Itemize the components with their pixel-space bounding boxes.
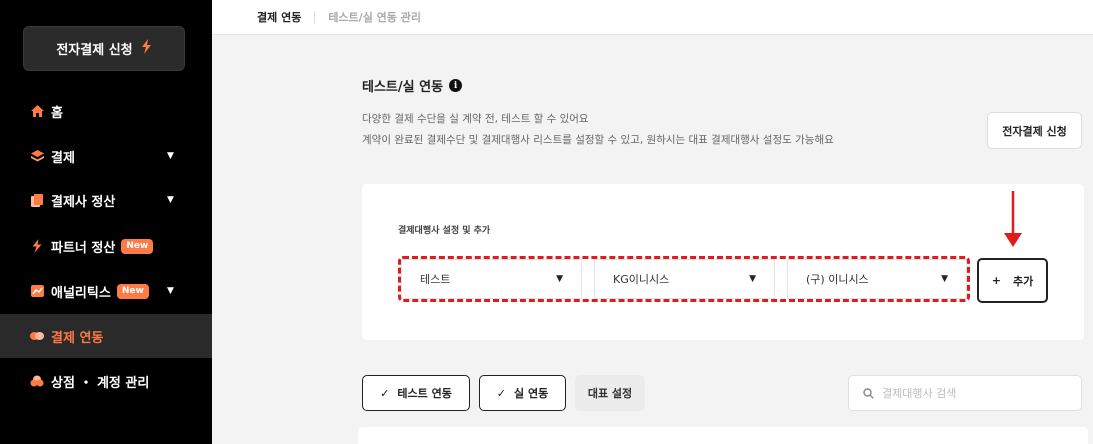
arrow-down-icon [1004,191,1022,247]
highlight-box [398,256,970,302]
document-icon [30,193,44,207]
sidebar-item-label: 상점 ・ 계정 관리 [51,375,150,391]
real-integration-filter[interactable]: ✓ 실 연동 [479,375,566,411]
sidebar-item-analytics[interactable]: 애널리틱스 New ▼ [0,269,212,313]
sidebar: 전자결제 신청 홈 결제 ▼ 결제사 정산 ▼ 파트너 정산 New 애널리틱스… [0,0,212,444]
pg-settings-label: 결제대행사 설정 및 추가 [398,226,491,236]
pg-list-card [358,427,1088,444]
chevron-down-icon: ▼ [167,195,174,205]
sidebar-item-payment-integration[interactable]: 결제 연동 [0,314,212,358]
page-title-text: 테스트/실 연동 [362,80,444,95]
link-icon [30,329,44,343]
sidebar-item-home[interactable]: 홈 [0,89,212,133]
search-icon [863,387,874,399]
sidebar-item-store-account[interactable]: 상점 ・ 계정 관리 [0,359,212,403]
tab-divider [314,10,316,24]
page-description-1: 다양한 결제 수단을 실 계약 전, 테스트 할 수 있어요 [362,113,589,125]
sidebar-item-settlement[interactable]: 결제사 정산 ▼ [0,178,212,222]
test-integration-filter[interactable]: ✓ 테스트 연동 [362,375,470,411]
top-tabs: 결제 연동 테스트/실 연동 관리 [212,0,1093,35]
info-icon[interactable]: i [449,79,463,92]
tab-payment-integration[interactable]: 결제 연동 [257,9,301,25]
sidebar-item-partner-settlement[interactable]: 파트너 정산 New [0,224,212,268]
sidebar-item-label: 애널리틱스 [51,285,111,301]
sidebar-item-label: 파트너 정산 [51,240,116,256]
layers-icon [30,149,44,163]
add-pg-button[interactable]: + 추가 [977,258,1048,303]
sidebar-item-label: 결제 [51,150,75,166]
bolt-icon [141,39,152,58]
check-icon: ✓ [496,386,506,400]
test-integration-label: 테스트 연동 [397,387,452,400]
check-icon: ✓ [380,386,390,400]
new-badge: New [116,283,149,299]
chart-icon [30,284,44,298]
page-description-2: 계약이 완료된 결제수단 및 결제대행사 리스트를 설정할 수 있고, 원하시는… [362,134,834,146]
sidebar-item-payment[interactable]: 결제 ▼ [0,134,212,178]
representative-setting-button[interactable]: 대표 설정 [575,375,645,411]
page-title: 테스트/실 연동 i [362,76,463,95]
sidebar-item-label: 결제 연동 [51,330,104,346]
tab-test-real-management[interactable]: 테스트/실 연동 관리 [328,9,421,25]
pg-search-input[interactable] [882,386,1072,400]
sidebar-apply-button[interactable]: 전자결제 신청 [23,26,185,71]
plus-icon: + [991,274,1001,287]
real-integration-label: 실 연동 [514,387,549,400]
bolt-icon [30,239,44,253]
home-icon [30,104,44,118]
pg-search [848,375,1082,411]
add-pg-label: 추가 [1012,274,1034,288]
apply-payment-button[interactable]: 전자결제 신청 [987,112,1082,149]
new-badge: New [121,238,154,254]
chevron-down-icon: ▼ [167,286,174,296]
sidebar-item-label: 결제사 정산 [51,194,116,210]
cloud-icon [30,374,44,388]
sidebar-apply-label: 전자결제 신청 [56,43,133,58]
chevron-down-icon: ▼ [167,151,174,161]
sidebar-item-label: 홈 [51,105,63,121]
